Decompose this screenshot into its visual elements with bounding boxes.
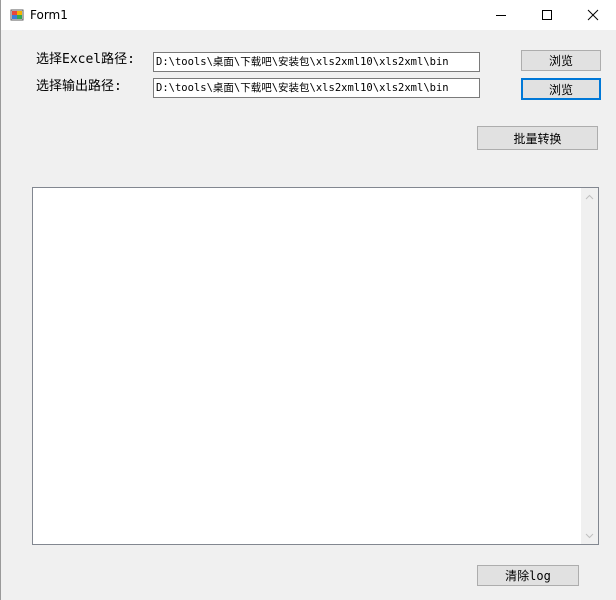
clear-log-button[interactable]: 清除log xyxy=(477,565,579,586)
close-button[interactable] xyxy=(570,0,616,30)
maximize-icon xyxy=(542,10,552,20)
browse-output-button[interactable]: 浏览 xyxy=(521,78,601,100)
minimize-button[interactable] xyxy=(478,0,524,30)
minimize-icon xyxy=(496,15,506,16)
window-title: Form1 xyxy=(30,8,68,22)
chevron-up-icon xyxy=(585,194,594,199)
excel-path-input[interactable]: D:\tools\桌面\下载吧\安装包\xls2xml10\xls2xml\bi… xyxy=(153,52,480,72)
scroll-down-button[interactable] xyxy=(581,527,598,544)
batch-convert-button[interactable]: 批量转换 xyxy=(477,126,598,150)
output-path-label: 选择输出路径: xyxy=(36,79,122,94)
close-icon xyxy=(587,9,599,21)
excel-path-label: 选择Excel路径: xyxy=(36,52,135,67)
form-window: Form1 选择Excel路径: D:\tools\桌面\下载吧\安装包\xls… xyxy=(0,0,616,600)
chevron-down-icon xyxy=(585,533,594,538)
log-scrollbar[interactable] xyxy=(581,188,598,544)
maximize-button[interactable] xyxy=(524,0,570,30)
form-app-icon xyxy=(10,8,24,22)
title-bar[interactable]: Form1 xyxy=(0,0,616,30)
output-path-input[interactable]: D:\tools\桌面\下载吧\安装包\xls2xml10\xls2xml\bi… xyxy=(153,78,480,98)
log-textarea[interactable] xyxy=(32,187,599,545)
window-edge xyxy=(0,0,1,600)
browse-excel-button[interactable]: 浏览 xyxy=(521,50,601,71)
scroll-up-button[interactable] xyxy=(581,188,598,205)
